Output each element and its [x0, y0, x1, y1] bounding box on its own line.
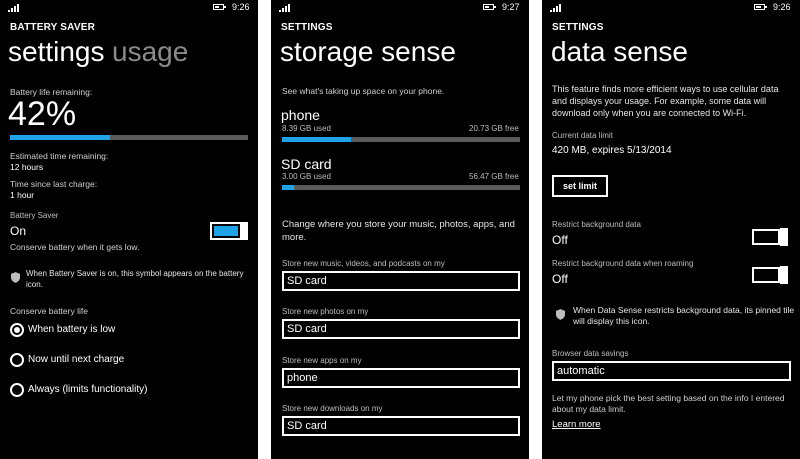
storage-intro: See what's taking up space on your phone…: [282, 86, 445, 96]
auto-pick-note: Let my phone pick the best setting based…: [552, 393, 785, 415]
battery-percent: 42%: [8, 95, 77, 133]
change-location-text: Change where you store your music, photo…: [282, 219, 515, 243]
page-title: storage sense: [280, 36, 456, 67]
restrict-background-state: Off: [552, 233, 568, 247]
since-charge-value: 1 hour: [10, 190, 35, 200]
shield-icon: [11, 272, 20, 283]
battery-saver-label: Battery Saver: [10, 211, 59, 220]
status-battery-icon: [213, 4, 226, 10]
apps-location-label: Store new apps on my: [282, 356, 362, 365]
status-battery-icon: [754, 4, 767, 10]
downloads-location-label: Store new downloads on my: [282, 404, 383, 413]
option-until-charge-label[interactable]: Now until next charge: [28, 354, 124, 365]
conserve-description: Conserve battery when it gets low.: [10, 242, 140, 252]
photos-location-label: Store new photos on my: [282, 307, 369, 316]
pivot-usage[interactable]: usage: [112, 38, 188, 66]
signal-strength-icon: [279, 4, 295, 12]
estimated-time-value: 12 hours: [10, 162, 44, 172]
shield-icon: [556, 309, 565, 320]
apps-location-select[interactable]: phone: [282, 368, 520, 388]
symbol-note: When Battery Saver is on, this symbol ap…: [26, 269, 244, 289]
battery-saver-toggle[interactable]: [210, 222, 248, 240]
data-limit-value: 420 MB, expires 5/13/2014: [552, 145, 672, 156]
data-limit-label: Current data limit: [552, 131, 613, 140]
browser-savings-label: Browser data savings: [552, 349, 629, 358]
restrict-roaming-label: Restrict background data when roaming: [552, 259, 694, 268]
battery-saver-screen: 9:26 BATTERY SAVER settings usage Batter…: [0, 0, 258, 459]
pinned-tile-note: When Data Sense restricts background dat…: [573, 305, 795, 327]
data-sense-screen: 9:26 SETTINGS data sense This feature fi…: [542, 0, 800, 459]
option-always-radio[interactable]: [10, 383, 24, 397]
sd-storage-bar: [282, 185, 520, 190]
sd-storage-name[interactable]: SD card: [281, 156, 332, 172]
sd-storage-free: 56.47 GB free: [469, 172, 519, 181]
restrict-background-toggle[interactable]: [752, 228, 788, 246]
app-title: SETTINGS: [281, 22, 333, 33]
browser-savings-select[interactable]: automatic: [552, 361, 791, 381]
sd-storage-used: 3.00 GB used: [282, 172, 331, 181]
battery-saver-state: On: [10, 224, 27, 238]
phone-storage-bar: [282, 137, 520, 142]
option-always-label[interactable]: Always (limits functionality): [28, 384, 147, 395]
photos-location-select[interactable]: SD card: [282, 319, 520, 339]
battery-level-bar: [10, 135, 248, 140]
status-battery-icon: [483, 4, 496, 10]
learn-more-link[interactable]: Learn more: [552, 419, 601, 430]
status-time: 9:26: [773, 2, 791, 12]
restrict-roaming-state: Off: [552, 272, 568, 286]
status-time: 9:27: [502, 2, 520, 12]
music-location-label: Store new music, videos, and podcasts on…: [282, 259, 445, 268]
music-location-select[interactable]: SD card: [282, 271, 520, 291]
page-title: data sense: [551, 36, 688, 67]
downloads-location-select[interactable]: SD card: [282, 416, 520, 436]
phone-storage-free: 20.73 GB free: [469, 124, 519, 133]
conserve-life-label: Conserve battery life: [10, 306, 88, 316]
signal-strength-icon: [8, 4, 24, 12]
signal-strength-icon: [550, 4, 566, 12]
option-when-low-label[interactable]: When battery is low: [28, 324, 115, 335]
status-time: 9:26: [232, 2, 250, 12]
estimated-time-label: Estimated time remaining:: [10, 151, 109, 161]
option-until-charge-radio[interactable]: [10, 353, 24, 367]
app-title: BATTERY SAVER: [10, 22, 96, 33]
data-sense-intro: This feature finds more efficient ways t…: [552, 84, 779, 119]
since-charge-label: Time since last charge:: [10, 179, 98, 189]
phone-storage-name[interactable]: phone: [281, 107, 320, 123]
restrict-roaming-toggle[interactable]: [752, 266, 788, 284]
phone-storage-used: 8.39 GB used: [282, 124, 331, 133]
option-when-low-radio[interactable]: [10, 323, 24, 337]
pivot-settings[interactable]: settings: [8, 38, 105, 66]
set-limit-button[interactable]: set limit: [552, 175, 609, 197]
app-title: SETTINGS: [552, 22, 604, 33]
restrict-background-label: Restrict background data: [552, 220, 641, 229]
storage-sense-screen: 9:27 SETTINGS storage sense See what's t…: [271, 0, 529, 459]
